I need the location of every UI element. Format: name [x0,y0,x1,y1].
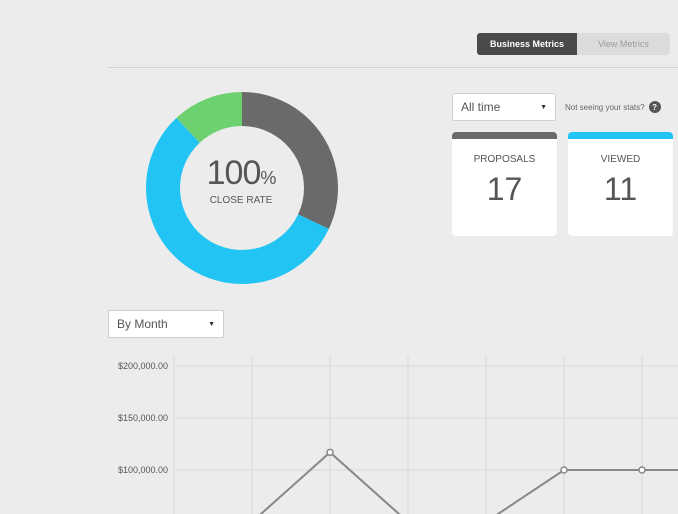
data-point[interactable] [326,448,334,457]
revenue-line-chart [173,356,678,514]
series-line [259,450,678,514]
data-point[interactable] [638,466,646,474]
data-point[interactable] [560,466,568,474]
